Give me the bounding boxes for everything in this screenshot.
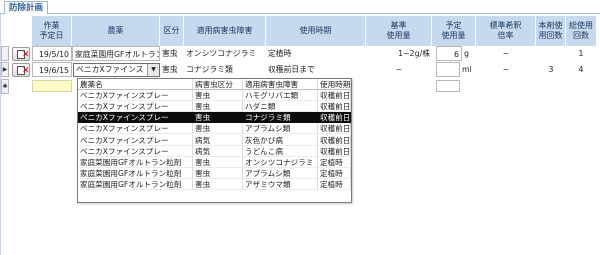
header-pesticide: 農薬	[72, 16, 160, 46]
uses-total-field: 1	[578, 49, 584, 58]
pesticide-dropdown-list[interactable]: 農薬名 病害虫区分 適用病害虫障害 使用時期 ベニカXファインスプレー 害虫 ハモグリバエ類…	[77, 78, 352, 203]
table-row-current: ▶ ✕ 19/6/15 ベニカXファインス ▼ 害虫 コナジラミ類 収穫前日まで…	[0, 62, 600, 77]
delete-x-icon: ✕	[22, 50, 30, 60]
tab-strip: 防除計画	[0, 0, 600, 14]
dropdown-cell-pest: 灰色かび病	[243, 134, 318, 146]
dropdown-cell-pesticide: ベニカXファインスプレー	[78, 90, 193, 102]
header-uses-total: 総使用 回数	[566, 16, 596, 46]
header-uses-this: 本剤使 用回数	[536, 16, 566, 46]
dropdown-cell-timing: 収穫前日まで	[318, 90, 351, 102]
dropdown-cell-pest: ハモグリバエ類	[243, 90, 318, 102]
dropdown-cell-pest: 適用病害虫障害	[243, 79, 318, 90]
dropdown-cell-pest: アブラムシ類	[243, 167, 318, 179]
dropdown-header-row: 農薬名 病害虫区分 適用病害虫障害 使用時期	[78, 79, 351, 90]
record-selector-new[interactable]: ✱	[1, 79, 9, 94]
record-selector[interactable]	[1, 46, 9, 61]
dropdown-cell-pesticide: ベニカXファインスプレー	[78, 145, 193, 157]
dropdown-cell-category: 病害虫区分	[193, 79, 243, 90]
pesticide-combo[interactable]: ベニカXファインス ▼	[73, 63, 160, 77]
dropdown-cell-category: 害虫	[193, 123, 243, 135]
pesticide-field[interactable]: 家庭菜園用GFオルトラン	[72, 46, 160, 61]
dropdown-cell-pesticide: ベニカXファインスプレー	[78, 123, 193, 135]
dropdown-option[interactable]: ベニカXファインスプレー病気うどんこ病収穫前日まで	[78, 145, 351, 157]
category-field: 害虫	[162, 65, 178, 74]
delete-x-icon: ✕	[22, 66, 30, 76]
unit-label: g	[464, 49, 469, 58]
dropdown-cell-category: 害虫	[193, 156, 243, 168]
header-pest: 適用病害虫障害	[184, 16, 266, 46]
dropdown-cell-timing: 収穫前日まで	[318, 101, 351, 113]
dropdown-cell-timing: 定植時	[318, 167, 351, 179]
dropdown-cell-pesticide: 家庭菜園用GFオルトラン粒剤	[78, 178, 193, 190]
dropdown-cell-category: 病気	[193, 145, 243, 157]
new-planned-amount-input[interactable]	[436, 80, 460, 92]
dropdown-option[interactable]: ベニカXファインスプレー害虫ハダニ類収穫前日まで	[78, 101, 351, 113]
planned-amount-input[interactable]	[436, 62, 460, 77]
dropdown-cell-category: 害虫	[193, 101, 243, 113]
dilution-field: ~	[502, 65, 510, 74]
pest-field[interactable]: コナジラミ類	[184, 62, 266, 77]
header-timing: 使用時期	[266, 16, 366, 46]
pesticide-combo-value: ベニカXファインス	[76, 65, 144, 74]
dropdown-cell-pesticide: ベニカXファインスプレー	[78, 101, 193, 113]
dropdown-cell-timing: 収穫前日まで	[318, 145, 351, 157]
delete-record-button[interactable]: ✕	[12, 47, 30, 61]
table-row: ✕ 19/5/10 家庭菜園用GFオルトラン 害虫 オンシツコナジラミ 定植時 …	[0, 46, 600, 61]
dropdown-cell-pest: アブラムシ類	[243, 123, 318, 135]
header-standard-amount: 基準 使用量	[366, 16, 432, 46]
dropdown-cell-pest: アザミウマ類	[243, 178, 318, 190]
dropdown-option[interactable]: ベニカXファインスプレー害虫アブラムシ類収穫前日まで	[78, 123, 351, 135]
dropdown-cell-category: 害虫	[193, 112, 243, 124]
planned-date-field[interactable]: 19/5/10	[32, 46, 72, 61]
dropdown-cell-category: 病気	[193, 134, 243, 146]
header-category: 区分	[160, 16, 184, 46]
dropdown-cell-pest: コナジラミ類	[243, 112, 318, 124]
unit-label: ml	[462, 65, 472, 74]
header-planned-date: 作業 予定日	[32, 16, 72, 46]
chevron-down-icon[interactable]: ▼	[147, 64, 159, 76]
dropdown-cell-timing: 使用時期	[318, 79, 351, 90]
new-planned-date-field[interactable]	[32, 80, 72, 92]
tab-pest-control-plan[interactable]: 防除計画	[4, 1, 48, 14]
planned-date-field[interactable]: 19/6/15	[32, 62, 72, 77]
dropdown-cell-pesticide: 家庭菜園用GFオルトラン粒剤	[78, 167, 193, 179]
dropdown-cell-category: 害虫	[193, 178, 243, 190]
dropdown-cell-pesticide: 家庭菜園用GFオルトラン粒剤	[78, 156, 193, 168]
dropdown-cell-pest: ハダニ類	[243, 101, 318, 113]
dropdown-cell-timing: 収穫前日まで	[318, 112, 351, 124]
dropdown-cell-pesticide: ベニカXファインスプレー	[78, 112, 193, 124]
record-selector-current[interactable]: ▶	[1, 62, 9, 77]
dropdown-option[interactable]: 家庭菜園用GFオルトラン粒剤 害虫 オンシツコナジラミ 定植時	[78, 156, 351, 168]
timing-field: 定植時	[268, 49, 292, 58]
header-dilution: 標準希釈 倍率	[476, 16, 536, 46]
dropdown-cell-timing: 定植時	[318, 178, 351, 190]
dropdown-cell-timing: 収穫前日まで	[318, 123, 351, 135]
uses-total-field: 4	[578, 65, 584, 74]
dilution-field: ~	[502, 49, 510, 58]
delete-record-button[interactable]: ✕	[12, 63, 30, 77]
dropdown-cell-pesticide: 農薬名	[78, 79, 193, 90]
uses-this-field	[536, 46, 566, 61]
dropdown-cell-category: 害虫	[193, 90, 243, 102]
dropdown-option[interactable]: ベニカXファインスプレー病気灰色かび病収穫前日まで	[78, 134, 351, 146]
dropdown-cell-pest: オンシツコナジラミ	[243, 156, 318, 168]
dropdown-option[interactable]: ベニカXファインスプレー害虫ハモグリバエ類収穫前日まで	[78, 90, 351, 102]
standard-amount-field: ~	[395, 65, 403, 74]
pest-field[interactable]: オンシツコナジラミ	[184, 46, 266, 61]
dropdown-option-selected[interactable]: ベニカXファインスプレー害虫コナジラミ類収穫前日まで	[78, 112, 351, 124]
header-planned-amount: 予定 使用量	[432, 16, 476, 46]
timing-field: 収穫前日まで	[268, 65, 315, 74]
dropdown-cell-pesticide: ベニカXファインスプレー	[78, 134, 193, 146]
dropdown-cell-timing: 収穫前日まで	[318, 134, 351, 146]
dropdown-cell-timing: 定植時	[318, 156, 351, 168]
dropdown-cell-category: 害虫	[193, 167, 243, 179]
planned-amount-input[interactable]: 6	[436, 46, 462, 61]
uses-this-field: 3	[548, 65, 554, 74]
standard-amount-field: 1~2g/株	[398, 49, 430, 58]
dropdown-option[interactable]: 家庭菜園用GFオルトラン粒剤 害虫 アブラムシ類 定植時	[78, 167, 351, 179]
category-field: 害虫	[162, 49, 178, 58]
dropdown-cell-pest: うどんこ病	[243, 145, 318, 157]
dropdown-option[interactable]: 家庭菜園用GFオルトラン粒剤 害虫 アザミウマ類 定植時	[78, 178, 351, 190]
